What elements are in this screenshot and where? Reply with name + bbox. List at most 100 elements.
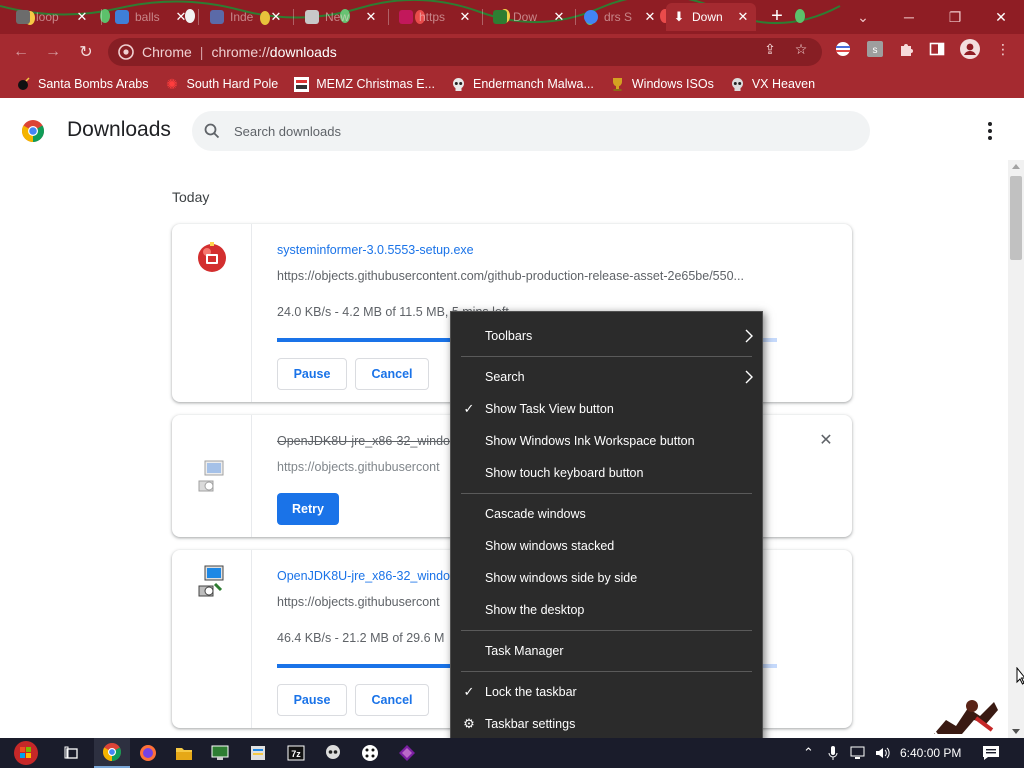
back-button[interactable]: ← <box>8 39 34 65</box>
bookmark-santa-bombs-arabs[interactable]: Santa Bombs Arabs <box>16 77 148 92</box>
file-name-link[interactable]: OpenJDK8U-jre_x86-32_windo <box>277 569 450 583</box>
extensions-puzzle-icon[interactable] <box>897 40 915 58</box>
menu-item-show-desktop[interactable]: Show the desktop <box>451 594 762 626</box>
menu-item-taskbar-settings[interactable]: ⚙ Taskbar settings <box>451 708 762 740</box>
menu-item-show-touch-keyboard[interactable]: Show touch keyboard button <box>451 457 762 489</box>
menu-item-show-task-view[interactable]: ✓ Show Task View button <box>451 393 762 425</box>
tab-loop[interactable]: loop ✕ <box>10 3 95 31</box>
bookmark-label: Windows ISOs <box>631 77 714 91</box>
taskbar-app-purple[interactable] <box>389 738 425 768</box>
taskbar-chrome[interactable] <box>94 738 130 768</box>
bookmarks-bar: Santa Bombs Arabs ✺ South Hard Pole MEMZ… <box>0 70 1024 98</box>
tab-balls[interactable]: balls ✕ <box>109 3 194 31</box>
url-scheme: chrome:// <box>211 44 270 60</box>
taskbar-7zip[interactable]: 7z <box>278 738 314 768</box>
checkmark-icon: ✓ <box>463 684 475 699</box>
retry-button[interactable]: Retry <box>277 493 339 525</box>
reload-button[interactable]: ↻ <box>73 39 99 65</box>
taskbar-app-green[interactable] <box>202 738 238 768</box>
bookmark-star-icon[interactable]: ☆ <box>792 40 810 58</box>
memz-icon <box>294 76 310 92</box>
scrollbar-thumb[interactable] <box>1010 176 1022 260</box>
pause-button[interactable]: Pause <box>277 684 347 716</box>
close-window-button[interactable]: ✕ <box>978 0 1024 34</box>
firefox-icon <box>140 745 156 761</box>
taskbar-file-explorer[interactable] <box>166 738 202 768</box>
tab-search-button[interactable]: ⌄ <box>840 0 886 34</box>
source-url[interactable]: https://objects.githubusercontent.com/gi… <box>277 269 744 283</box>
taskbar-app-skull[interactable] <box>315 738 351 768</box>
taskbar-firefox[interactable] <box>130 738 166 768</box>
new-tab-button[interactable]: + <box>766 6 788 28</box>
trophy-icon <box>610 77 625 92</box>
taskbar-app-folder-doc[interactable] <box>240 738 276 768</box>
close-tab-icon[interactable]: ✕ <box>364 9 378 25</box>
menu-item-lock-taskbar[interactable]: ✓ Lock the taskbar <box>451 676 762 708</box>
download-icon: ⬇ <box>673 9 685 24</box>
close-tab-icon[interactable]: ✕ <box>269 9 283 25</box>
show-hidden-icons-button[interactable]: ⌃ <box>803 745 814 761</box>
taskbar-context-menu: Toolbars Search ✓ Show Task View button … <box>450 311 763 748</box>
close-tab-icon[interactable]: ✕ <box>75 9 89 25</box>
pause-button[interactable]: Pause <box>277 358 347 390</box>
tab-index[interactable]: Inde ✕ <box>204 3 289 31</box>
menu-item-toolbars[interactable]: Toolbars <box>451 320 762 352</box>
share-icon[interactable]: ⇪ <box>761 40 779 58</box>
source-url[interactable]: https://objects.githubusercont <box>277 460 440 474</box>
bookmark-south-hard-pole[interactable]: ✺ South Hard Pole <box>164 76 278 92</box>
tab-dow[interactable]: Dow ✕ <box>487 3 572 31</box>
close-tab-icon[interactable]: ✕ <box>643 9 657 25</box>
action-center-icon[interactable] <box>982 745 1000 764</box>
tab-https[interactable]: https ✕ <box>393 3 478 31</box>
tab-drs[interactable]: drs S ✕ <box>578 3 663 31</box>
extension-flag-icon[interactable] <box>834 40 852 58</box>
cancel-button[interactable]: Cancel <box>355 684 429 716</box>
tab-new[interactable]: New ✕ <box>299 3 384 31</box>
address-bar[interactable]: Chrome | chrome://downloads <box>108 38 822 66</box>
file-name-link[interactable]: OpenJDK8U-jre_x86-32_windo <box>277 434 450 448</box>
search-box[interactable] <box>192 111 870 151</box>
remove-from-list-icon[interactable]: ✕ <box>818 433 834 449</box>
search-input[interactable] <box>234 123 834 139</box>
taskbar-app-dice[interactable] <box>352 738 388 768</box>
menu-item-cascade-windows[interactable]: Cascade windows <box>451 498 762 530</box>
source-url[interactable]: https://objects.githubusercont <box>277 595 440 609</box>
microphone-icon[interactable] <box>828 745 838 764</box>
close-tab-icon[interactable]: ✕ <box>552 9 566 25</box>
menu-item-task-manager[interactable]: Task Manager <box>451 635 762 667</box>
bookmark-memz-christmas[interactable]: MEMZ Christmas E... <box>294 76 435 92</box>
extension-s-icon[interactable]: s <box>866 40 884 58</box>
network-icon[interactable] <box>850 745 868 764</box>
menu-item-show-ink-workspace[interactable]: Show Windows Ink Workspace button <box>451 425 762 457</box>
tab-downloads[interactable]: ⬇ Down ✕ <box>666 3 756 31</box>
minimize-button[interactable]: ─ <box>886 0 932 34</box>
bomb-icon <box>16 77 31 92</box>
menu-item-windows-stacked[interactable]: Show windows stacked <box>451 530 762 562</box>
volume-icon[interactable] <box>874 745 892 764</box>
bookmark-vx-heaven[interactable]: VX Heaven <box>730 77 815 92</box>
chrome-menu-icon[interactable]: ⋮ <box>994 40 1012 58</box>
file-name-link[interactable]: systeminformer-3.0.5553-setup.exe <box>277 243 474 257</box>
profile-avatar[interactable] <box>960 39 980 59</box>
side-panel-icon[interactable] <box>928 40 946 58</box>
close-tab-icon[interactable]: ✕ <box>458 9 472 25</box>
cancel-button[interactable]: Cancel <box>355 358 429 390</box>
bookmark-windows-isos[interactable]: Windows ISOs <box>610 77 714 92</box>
menu-item-search[interactable]: Search <box>451 361 762 393</box>
page-scrollbar[interactable] <box>1008 160 1024 738</box>
task-view-button[interactable] <box>54 738 90 768</box>
dice-app-icon <box>362 745 378 761</box>
restore-button[interactable]: ❐ <box>932 0 978 34</box>
more-actions-button[interactable] <box>980 119 1000 143</box>
menu-item-side-by-side[interactable]: Show windows side by side <box>451 562 762 594</box>
start-button[interactable] <box>8 738 44 768</box>
taskbar-clock[interactable]: 6:40:00 PM <box>900 746 961 760</box>
bookmark-endermanch-malware[interactable]: Endermanch Malwa... <box>451 77 594 92</box>
document-app-icon <box>251 746 265 760</box>
scroll-down-icon[interactable] <box>1012 729 1020 734</box>
close-tab-icon[interactable]: ✕ <box>736 9 750 25</box>
scroll-up-icon[interactable] <box>1012 164 1020 169</box>
forward-button[interactable]: → <box>40 39 66 65</box>
close-tab-icon[interactable]: ✕ <box>174 9 188 25</box>
gear-icon: ⚙ <box>463 716 475 731</box>
